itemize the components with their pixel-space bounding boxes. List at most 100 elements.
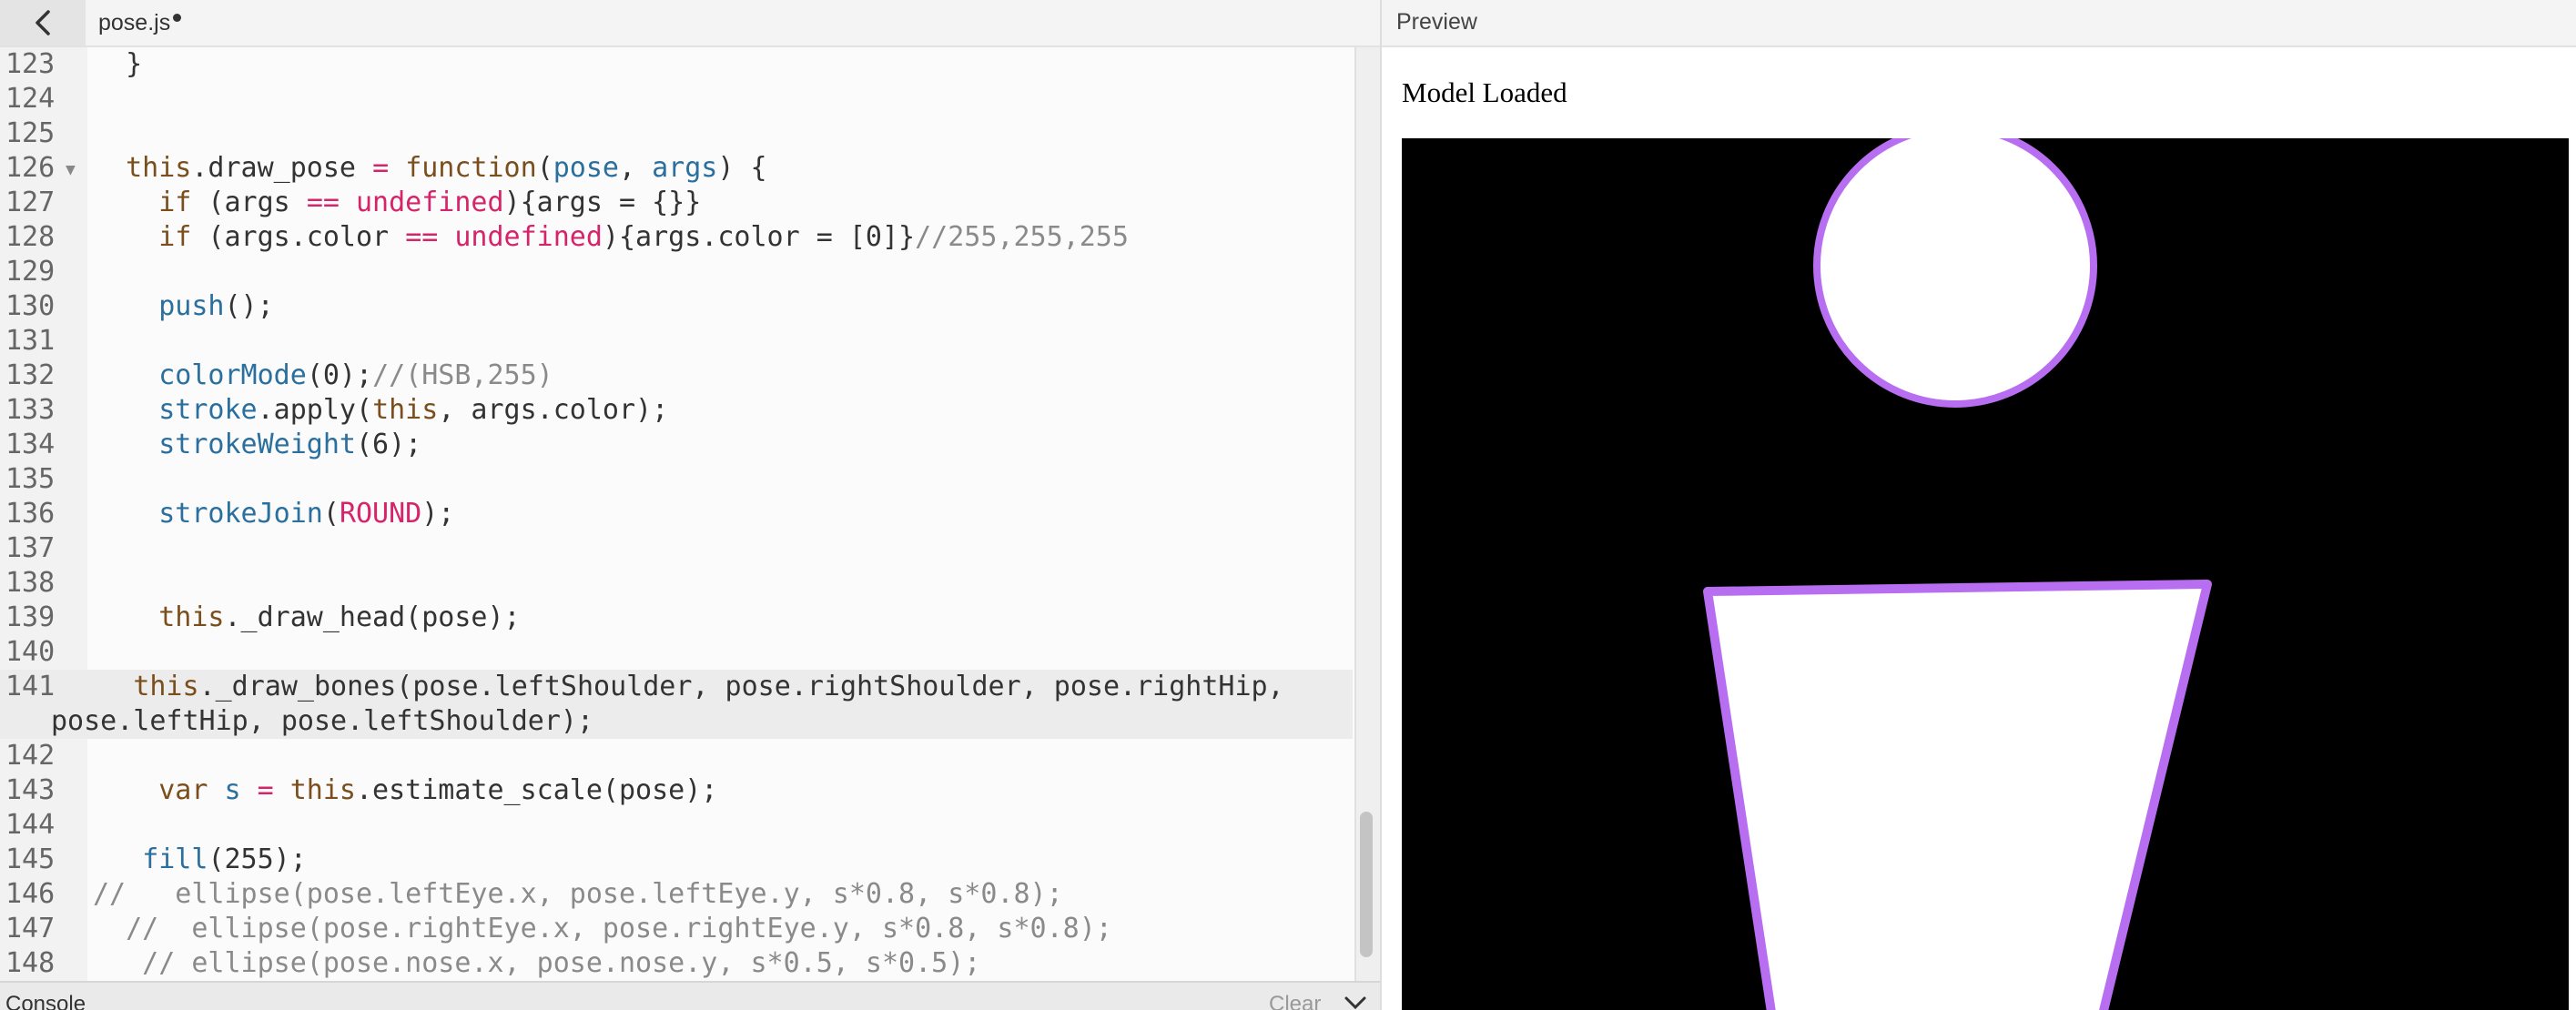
code-line[interactable]: 135	[0, 462, 1353, 497]
line-number: 138	[5, 567, 56, 599]
line-code: // ellipse(pose.rightEye.x, pose.rightEy…	[67, 912, 1353, 946]
code-token: ();	[224, 290, 274, 322]
code-token: var	[158, 774, 208, 806]
file-tab[interactable]: pose.js	[98, 5, 182, 40]
code-line[interactable]: 130 push();	[0, 289, 1353, 324]
line-number: 130	[5, 290, 56, 322]
code-line[interactable]: 132 colorMode(0);//(HSB,255)	[0, 359, 1353, 393]
code-line[interactable]: 144	[0, 808, 1353, 843]
code-token: stroke	[158, 394, 258, 426]
code-token: function	[405, 152, 537, 184]
line-number: 136	[5, 498, 56, 530]
code-token: (6);	[356, 429, 422, 460]
back-button[interactable]	[0, 0, 86, 45]
code-line[interactable]: 126 ▼ this.draw_pose = function(pose, arg…	[0, 151, 1353, 186]
code-line[interactable]: 125	[0, 116, 1353, 151]
editor-scrollbar-thumb[interactable]	[1360, 812, 1373, 957]
sketch-canvas[interactable]	[1402, 138, 2569, 1010]
code-editor[interactable]: 123 } 124 125 126 ▼ this.draw_pose = functio…	[0, 47, 1358, 981]
fold-triangle-icon[interactable]: ▼	[66, 153, 76, 187]
line-code: strokeJoin(ROUND);	[67, 497, 1353, 531]
console-clear-button[interactable]: Clear	[1269, 992, 1321, 1010]
model-status-text: Model Loaded	[1402, 76, 1567, 108]
code-token: colorMode	[158, 359, 307, 391]
code-line[interactable]: 143 var s = this.estimate_scale(pose);	[0, 773, 1353, 808]
code-line[interactable]: 147 // ellipse(pose.rightEye.x, pose.rig…	[0, 912, 1353, 946]
code-token: ==	[306, 187, 340, 218]
code-token: strokeJoin	[158, 498, 323, 530]
pose-head-circle	[1813, 138, 2097, 408]
code-line[interactable]: 146 // ellipse(pose.leftEye.x, pose.leftE…	[0, 877, 1353, 912]
line-code: this.draw_pose = function(pose, args) {	[67, 151, 1353, 186]
code-line[interactable]: 124	[0, 82, 1353, 116]
code-token: ){args.color = [0]}	[602, 221, 916, 253]
code-line[interactable]: 123 }	[0, 47, 1353, 82]
unsaved-indicator	[173, 13, 182, 22]
code-line[interactable]: 145 fill(255);	[0, 843, 1353, 877]
pose-figure	[1703, 138, 2212, 1010]
preview-header: Preview	[1382, 0, 2576, 47]
console-label[interactable]: Console	[5, 992, 86, 1010]
code-line[interactable]: 136 strokeJoin(ROUND);	[0, 497, 1353, 531]
line-number: 125	[5, 117, 56, 149]
line-number: 126	[5, 152, 56, 184]
code-line[interactable]: 139 this._draw_head(pose);	[0, 601, 1353, 635]
line-code: this._draw_head(pose);	[67, 601, 1353, 635]
line-number: 145	[5, 843, 56, 875]
line-number: 144	[5, 809, 56, 841]
code-line[interactable]: 140	[0, 635, 1353, 670]
line-number: 135	[5, 463, 56, 495]
code-token: s	[224, 774, 241, 806]
code-token: =	[372, 152, 390, 184]
code-line[interactable]: 141 this._draw_bones(pose.leftShoulder, …	[0, 670, 1353, 739]
line-code: push();	[67, 289, 1353, 324]
line-number: 127	[5, 187, 56, 218]
code-line[interactable]: 128 if (args.color == undefined){args.co…	[0, 220, 1353, 255]
chevron-left-icon	[35, 10, 50, 35]
line-number: 143	[5, 774, 56, 806]
code-line[interactable]: 127 if (args == undefined){args = {}}	[0, 186, 1353, 220]
console-bar: Console Clear	[0, 981, 1380, 1010]
code-token: undefined	[356, 187, 504, 218]
line-number: 142	[5, 740, 56, 772]
pose-torso-shape	[1703, 580, 2212, 1010]
line-number: 123	[5, 48, 56, 80]
line-number: 139	[5, 601, 56, 633]
line-number: 148	[5, 947, 56, 979]
code-token: fill	[142, 843, 208, 875]
code-token: (255);	[208, 843, 307, 875]
code-token: =	[257, 774, 274, 806]
line-number: 124	[5, 83, 56, 115]
code-line[interactable]: 129	[0, 255, 1353, 289]
code-token: .apply(	[257, 394, 373, 426]
code-token: this	[126, 152, 192, 184]
code-line[interactable]: 148 // ellipse(pose.nose.x, pose.nose.y,…	[0, 946, 1353, 981]
code-token: (	[322, 498, 340, 530]
chevron-down-icon[interactable]	[1344, 995, 1367, 1010]
file-name: pose.js	[98, 9, 171, 35]
code-line[interactable]: 134 strokeWeight(6);	[0, 428, 1353, 462]
code-token: .draw_pose	[191, 152, 373, 184]
line-number: 147	[5, 913, 56, 944]
code-line[interactable]: 133 stroke.apply(this, args.color);	[0, 393, 1353, 428]
code-line[interactable]: 142	[0, 739, 1353, 773]
code-token: // ellipse(pose.nose.x, pose.nose.y, s*0…	[93, 947, 981, 979]
editor-header: pose.js	[0, 0, 1380, 47]
code-line[interactable]: 137	[0, 531, 1353, 566]
code-line[interactable]: 131	[0, 324, 1353, 359]
code-line[interactable]: 138	[0, 566, 1353, 601]
line-code: if (args == undefined){args = {}}	[67, 186, 1353, 220]
preview-title: Preview	[1396, 9, 1477, 35]
